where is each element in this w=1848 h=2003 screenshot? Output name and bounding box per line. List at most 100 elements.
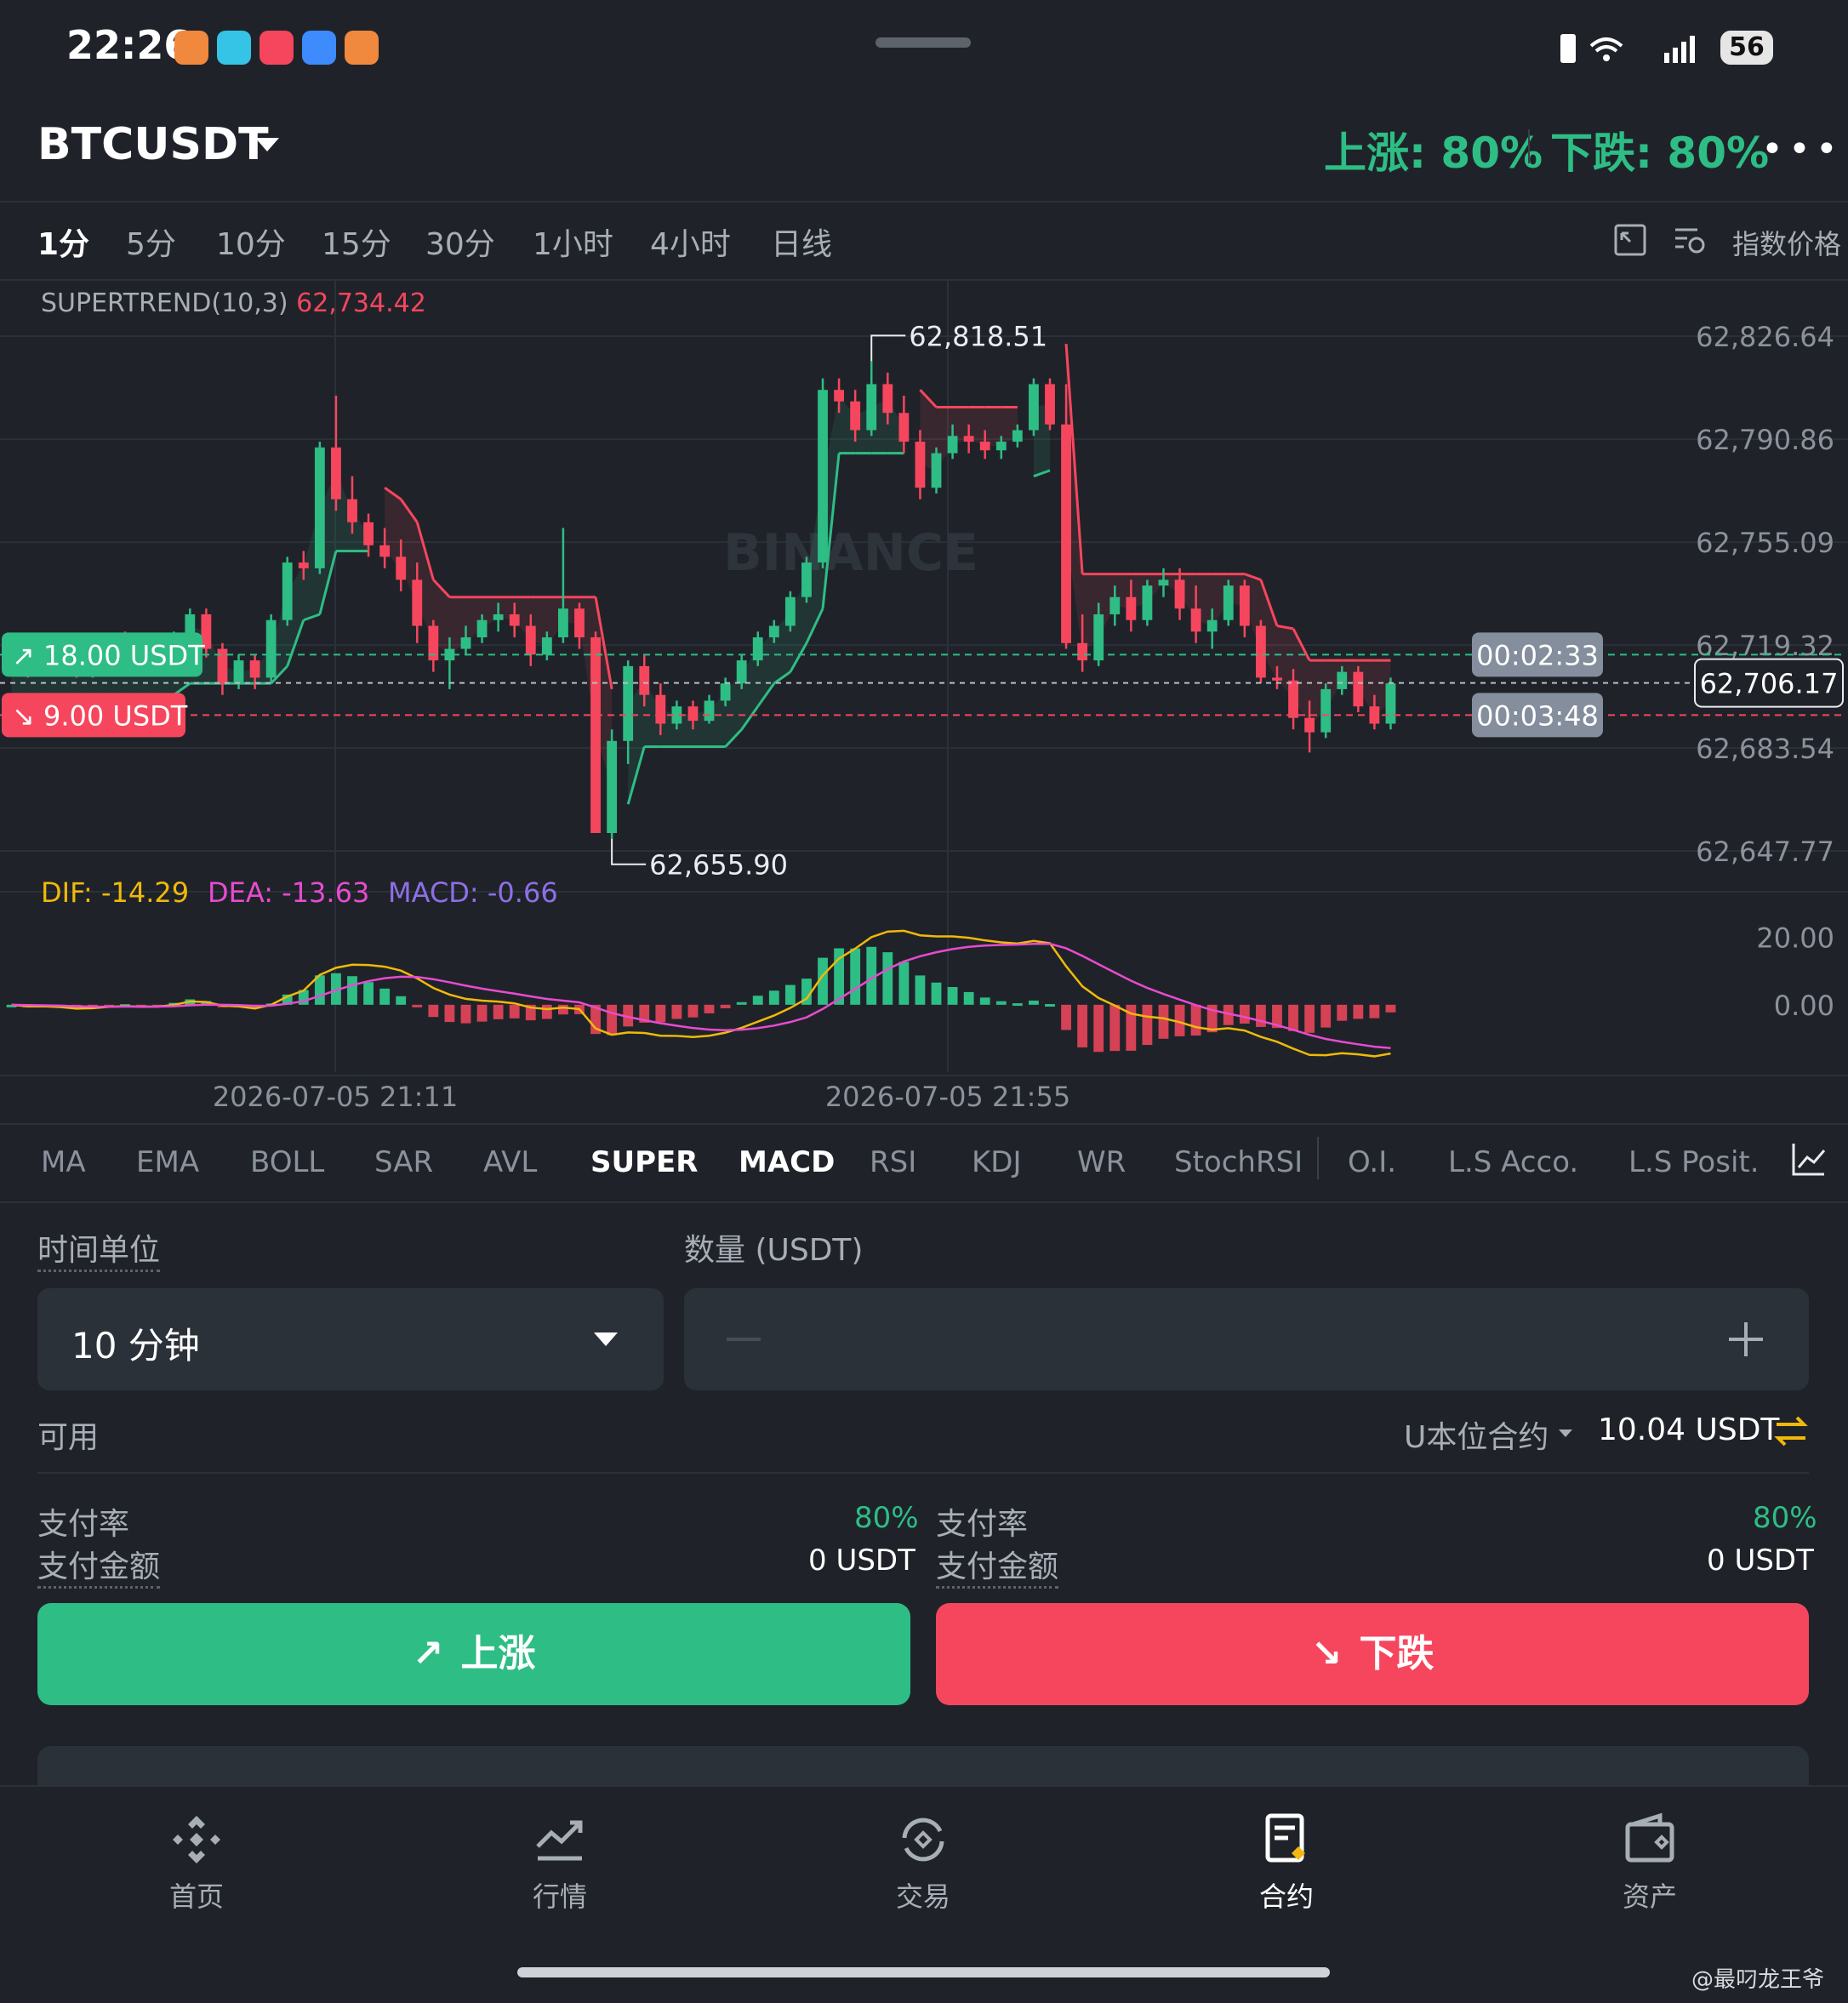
decrease-icon[interactable] bbox=[727, 1338, 761, 1341]
chart-settings-icon[interactable] bbox=[1673, 223, 1707, 257]
macd-histogram-bar bbox=[1158, 1004, 1169, 1039]
candle-body bbox=[265, 619, 277, 678]
amount-input[interactable] bbox=[684, 1288, 1809, 1390]
nav-trade[interactable]: 交易 bbox=[838, 1812, 1008, 1915]
macd-histogram-bar bbox=[1190, 1004, 1201, 1036]
indicator-settings-icon[interactable] bbox=[1790, 1140, 1828, 1178]
timeframe-tab[interactable]: 日线 bbox=[771, 220, 832, 264]
y-tick-label: 62,826.64 bbox=[1696, 321, 1834, 353]
candle-body bbox=[1029, 384, 1039, 431]
down-payout-rate-label: 支付率 bbox=[936, 1507, 1029, 1542]
candle-body bbox=[720, 683, 731, 701]
indicator-tab[interactable]: MACD bbox=[739, 1145, 835, 1179]
symbol-selector[interactable]: BTCUSDT bbox=[37, 119, 269, 170]
indicator-tab[interactable]: EMA bbox=[136, 1145, 199, 1179]
divider bbox=[1317, 1137, 1319, 1179]
nav-assets[interactable]: 资产 bbox=[1565, 1812, 1735, 1915]
macd-histogram-bar bbox=[1288, 1004, 1298, 1031]
buy-down-label: 下跌 bbox=[1359, 1632, 1434, 1675]
caret-down-icon[interactable] bbox=[255, 138, 279, 151]
macd-histogram-bar bbox=[1353, 1004, 1364, 1019]
supertrend-fill bbox=[984, 407, 1001, 447]
pull-handle[interactable] bbox=[876, 37, 971, 48]
timeframe-tab[interactable]: 30分 bbox=[425, 220, 495, 264]
time-unit-value: 10 分钟 bbox=[71, 1325, 200, 1367]
time-unit-select[interactable]: 10 分钟 bbox=[37, 1288, 664, 1390]
down-timer: 00:03:48 bbox=[1476, 699, 1599, 732]
macd-histogram-bar bbox=[898, 962, 910, 1005]
caret-down-icon[interactable] bbox=[1559, 1429, 1572, 1437]
indicator-tab[interactable]: KDJ bbox=[972, 1145, 1022, 1179]
nav-market[interactable]: 行情 bbox=[475, 1812, 645, 1915]
high-price-label: 62,818.51 bbox=[909, 320, 1047, 352]
timeframe-tab[interactable]: 10分 bbox=[216, 220, 286, 264]
indicator-tab[interactable]: SAR bbox=[374, 1145, 433, 1179]
candle-body bbox=[607, 740, 618, 833]
macd-histogram-bar bbox=[444, 1004, 455, 1023]
futures-contract-icon bbox=[1265, 1813, 1305, 1863]
indicator-tab[interactable]: WR bbox=[1077, 1145, 1126, 1179]
increase-icon[interactable] bbox=[1727, 1321, 1765, 1358]
price-chart[interactable]: 62,826.64 62,790.86 62,755.09 62,719.32 62,6… bbox=[0, 281, 1848, 1121]
timeframe-tab[interactable]: 5分 bbox=[126, 220, 176, 264]
notification-app-icon bbox=[174, 31, 208, 65]
timeframe-tab[interactable]: 15分 bbox=[322, 220, 391, 264]
home-indicator[interactable] bbox=[517, 1967, 1330, 1977]
macd-histogram-bar bbox=[363, 982, 374, 1005]
dif-label: DIF: -14.29 bbox=[41, 876, 189, 909]
candle-body bbox=[249, 660, 260, 678]
candle-body bbox=[1320, 688, 1332, 733]
nav-futures[interactable]: 合约 bbox=[1201, 1812, 1372, 1915]
macd-histogram-bar bbox=[607, 1004, 618, 1036]
nav-home[interactable]: 首页 bbox=[111, 1812, 282, 1915]
buy-down-button[interactable]: ↘ 下跌 bbox=[936, 1603, 1809, 1705]
down-payout-rate: 下跌: 80% bbox=[1550, 128, 1770, 178]
macd-label: MACD: -0.66 bbox=[388, 876, 558, 909]
indicator-tab[interactable]: BOLL bbox=[250, 1145, 324, 1179]
last-price: 62,706.17 bbox=[1700, 668, 1839, 700]
indicator-tab[interactable]: SUPER bbox=[590, 1145, 698, 1179]
macd-histogram-bar bbox=[687, 1004, 699, 1018]
candle-body bbox=[639, 665, 650, 695]
macd-histogram-bar bbox=[1029, 1000, 1039, 1005]
notification-app-icon bbox=[217, 31, 251, 65]
candle-body bbox=[818, 390, 828, 563]
more-options-icon[interactable]: ••• bbox=[1761, 128, 1843, 171]
buy-up-label: 上涨 bbox=[460, 1632, 536, 1675]
transfer-icon[interactable] bbox=[1773, 1414, 1809, 1448]
candle-body bbox=[1077, 642, 1088, 661]
dea-label: DEA: -13.63 bbox=[208, 876, 369, 909]
indicator-tab[interactable]: RSI bbox=[870, 1145, 916, 1179]
indicator-tab[interactable]: AVL bbox=[483, 1145, 537, 1179]
indicator-tab[interactable]: StochRSI bbox=[1174, 1145, 1303, 1179]
fullscreen-icon[interactable] bbox=[1613, 223, 1647, 257]
y-tick-label: 62,790.86 bbox=[1696, 424, 1834, 456]
timeframe-tab[interactable]: 4小时 bbox=[650, 220, 731, 264]
macd-histogram-bar bbox=[979, 997, 990, 1005]
candle-body bbox=[1190, 608, 1201, 632]
macd-histogram-bar bbox=[541, 1004, 552, 1019]
buy-up-button[interactable]: ↗ 上涨 bbox=[37, 1603, 910, 1705]
candle-body bbox=[557, 608, 568, 638]
timeframe-tab[interactable]: 1小时 bbox=[533, 220, 613, 264]
caret-down-icon bbox=[594, 1332, 618, 1346]
up-position-label: ↗ 18.00 USDT bbox=[12, 639, 205, 671]
up-payout-rate-label: 支付率 bbox=[37, 1507, 130, 1542]
macd-histogram-bar bbox=[509, 1004, 520, 1019]
indicator-tab[interactable]: L.S Posit. bbox=[1628, 1145, 1760, 1179]
indicator-tab[interactable]: MA bbox=[41, 1145, 86, 1179]
trade-exchange-icon bbox=[902, 1818, 944, 1862]
y-tick-label: 62,755.09 bbox=[1696, 527, 1834, 559]
macd-histogram-bar bbox=[1093, 1004, 1104, 1053]
macd-histogram-bar bbox=[1109, 1004, 1121, 1052]
candle-body bbox=[801, 562, 812, 597]
candle-body bbox=[396, 556, 407, 580]
timeframe-tab[interactable]: 1分 bbox=[37, 220, 89, 264]
macd-histogram-bar bbox=[671, 1004, 682, 1019]
macd-histogram-bar bbox=[460, 1004, 471, 1024]
battery-icon: 56 bbox=[1720, 31, 1773, 65]
indicator-tab[interactable]: O.I. bbox=[1348, 1145, 1396, 1179]
indicator-tab[interactable]: L.S Acco. bbox=[1448, 1145, 1578, 1179]
index-price-toggle[interactable]: 指数价格 bbox=[1732, 223, 1841, 262]
contract-type-selector[interactable]: U本位合约 bbox=[1404, 1412, 1549, 1457]
